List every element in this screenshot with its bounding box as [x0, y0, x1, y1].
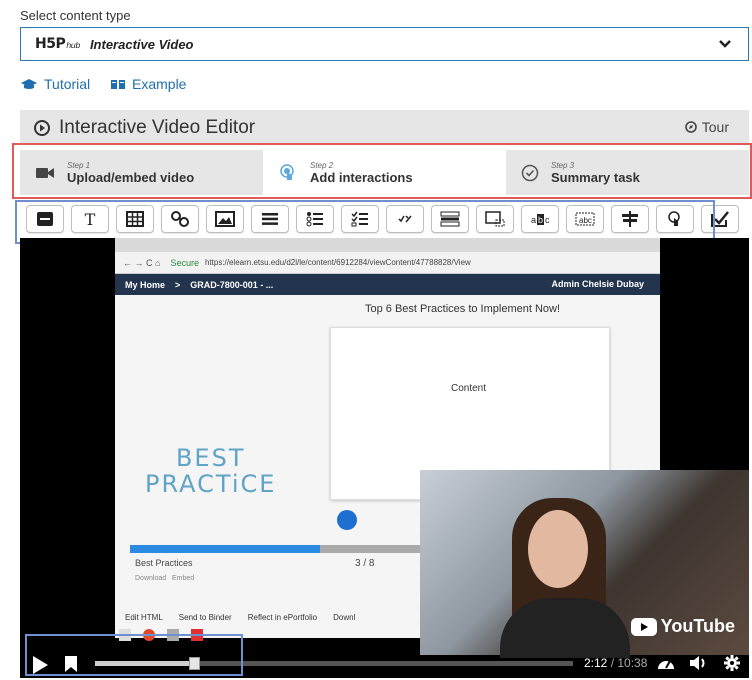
- tour-label: Tour: [701, 119, 729, 135]
- best-practice-graphic: BEST PRACTiCE: [145, 445, 276, 497]
- download-label: Download: [135, 575, 167, 582]
- best-line2: PRACTiCE: [145, 470, 277, 498]
- h5p-logo-text: H5P: [35, 36, 66, 52]
- youtube-logo[interactable]: YouTube: [630, 616, 735, 637]
- tutorial-link[interactable]: Tutorial: [20, 76, 90, 92]
- browser-address-bar: ← → C ⌂ Secure https://elearn.etsu.edu/d…: [115, 252, 660, 274]
- example-label: Example: [132, 76, 187, 92]
- youtube-play-icon: [630, 617, 657, 636]
- lms-admin: Admin Chelsie Dubay: [551, 279, 644, 289]
- book-icon: [111, 80, 125, 89]
- example-link[interactable]: Example: [110, 76, 186, 92]
- chevron-down-icon: [719, 40, 731, 48]
- lms-bottom-buttons: Edit HTML Send to Binder Reflect in ePor…: [125, 613, 355, 622]
- editor-title: Interactive Video Editor: [59, 116, 256, 138]
- selected-content-type: Interactive Video: [89, 36, 194, 52]
- slide-pager: 3 / 8: [355, 558, 375, 569]
- nav-arrows-icon: ← → C ⌂: [123, 257, 161, 268]
- browser-tabs: [115, 238, 660, 252]
- edit-html-label: Edit HTML: [125, 613, 163, 622]
- content-type-label: Select content type: [20, 8, 131, 23]
- eportfolio-label: Reflect in ePortfolio: [247, 613, 318, 622]
- content-type-select[interactable]: H5Phub Interactive Video: [20, 27, 749, 61]
- slide-actions: Download Embed: [135, 575, 194, 582]
- content-label: Content: [451, 383, 487, 394]
- h5p-logo-sub: hub: [66, 41, 80, 50]
- steps-highlight: [12, 143, 752, 199]
- slide-nav-label: Best Practices: [135, 558, 193, 568]
- embed-label: Embed: [171, 575, 195, 582]
- tour-button[interactable]: Tour: [684, 119, 729, 135]
- playback-speed-icon[interactable]: [656, 654, 676, 672]
- download-btn-label: Downl: [333, 613, 356, 622]
- best-line1: BEST: [175, 444, 246, 472]
- duration: 10:38: [617, 656, 648, 670]
- secure-label: Secure: [170, 257, 199, 268]
- send-binder-label: Send to Binder: [178, 613, 232, 622]
- video-player[interactable]: ← → C ⌂ Secure https://elearn.etsu.edu/d…: [20, 238, 749, 678]
- graduation-cap-icon: [21, 79, 37, 89]
- slide-title: Top 6 Best Practices to Implement Now!: [365, 303, 561, 315]
- compass-icon: [684, 121, 697, 133]
- controls-highlight: [25, 634, 243, 676]
- lms-navbar: My Home > GRAD-7800-001 - ... Admin Chel…: [115, 274, 660, 295]
- current-time: 2:12: [584, 656, 608, 670]
- url-text: https://elearn.etsu.edu/d2l/le/content/6…: [204, 258, 471, 267]
- breadcrumb-separator: >: [175, 279, 181, 290]
- prev-slide-icon: [337, 510, 357, 530]
- gear-icon[interactable]: [723, 654, 741, 672]
- play-circle-icon: [34, 119, 50, 136]
- time-display: 2:12 / 10:38: [584, 656, 648, 670]
- tutorial-label: Tutorial: [44, 76, 91, 92]
- presenter-face: [528, 510, 588, 588]
- volume-icon[interactable]: [688, 654, 708, 672]
- h5p-hub-logo: H5Phub: [35, 36, 80, 52]
- lms-course: GRAD-7800-001 - ...: [190, 279, 274, 290]
- youtube-label: YouTube: [660, 616, 735, 636]
- lms-home: My Home: [125, 279, 166, 290]
- editor-header: Interactive Video Editor Tour: [20, 110, 749, 145]
